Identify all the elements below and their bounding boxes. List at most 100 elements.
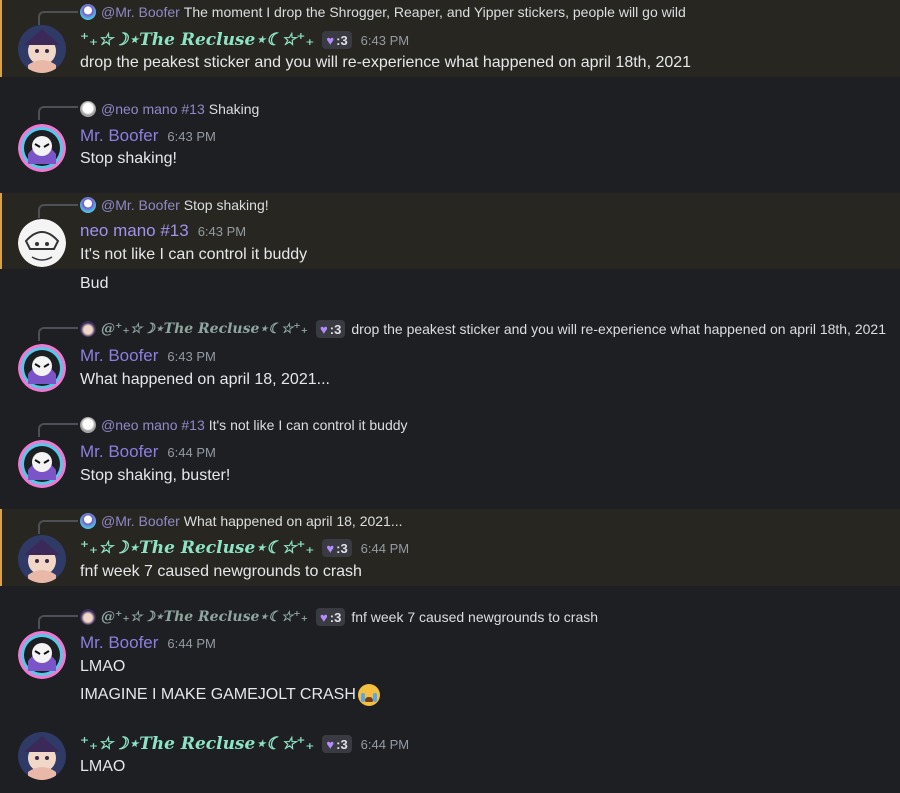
message-content: Stop shaking! [80, 150, 177, 167]
username[interactable]: Mr. Boofer [80, 442, 158, 462]
message-content: LMAO [80, 658, 126, 675]
avatar-boofer-image [18, 124, 66, 172]
avatar-mini-recluse [80, 321, 96, 337]
message-content: fnf week 7 caused newgrounds to crash [80, 563, 362, 580]
message-item[interactable]: @⁺₊☆☽⋆The Recluse⋆☾☆⁺₊ ♥:3 drop the peak… [0, 314, 900, 396]
avatar-boofer[interactable] [18, 631, 66, 679]
username[interactable]: ⁺₊☆☽⋆The Recluse⋆☾☆⁺₊ [80, 538, 314, 558]
reply-text: drop the peakest sticker and you will re… [351, 321, 886, 337]
timestamp[interactable]: 6:43 PM [167, 349, 215, 364]
message-item[interactable]: @Mr. Boofer The moment I drop the Shrogg… [0, 0, 900, 77]
message-content: Bud [80, 275, 109, 292]
reply-mention[interactable]: @⁺₊☆☽⋆The Recluse⋆☾☆⁺₊ [101, 321, 308, 337]
reply-spine [38, 204, 78, 218]
avatar-recluse-image [18, 732, 66, 780]
badge-text: :3 [336, 32, 348, 48]
avatar-mini-neo [80, 417, 96, 433]
reply-preview[interactable]: @Mr. Boofer Stop shaking! [80, 196, 269, 214]
avatar-mini-recluse [80, 609, 96, 625]
timestamp[interactable]: 6:43 PM [198, 224, 246, 239]
reply-mention[interactable]: @neo mano #13 [101, 101, 205, 117]
username[interactable]: Mr. Boofer [80, 126, 158, 146]
avatar-recluse[interactable] [18, 535, 66, 583]
purple-heart-icon: ♥ [326, 32, 335, 48]
reply-text: What happened on april 18, 2021... [183, 513, 403, 529]
avatar-recluse[interactable] [18, 732, 66, 780]
reply-spine [38, 327, 78, 341]
timestamp[interactable]: 6:44 PM [361, 737, 409, 752]
reply-preview[interactable]: @⁺₊☆☽⋆The Recluse⋆☾☆⁺₊ ♥:3 fnf week 7 ca… [80, 608, 598, 626]
avatar-mini-neo [80, 101, 96, 117]
avatar-recluse-image [18, 535, 66, 583]
badge-text: :3 [336, 540, 348, 556]
reply-preview[interactable]: @neo mano #13 Shaking [80, 100, 259, 118]
avatar-boofer-image [18, 631, 66, 679]
role-badge: ♥:3 [322, 539, 352, 557]
purple-heart-icon: ♥ [320, 321, 328, 337]
message-content: It's not like I can control it buddy [80, 246, 308, 263]
reply-spine [38, 106, 78, 120]
reply-spine [38, 11, 78, 25]
message-content: LMAO [80, 758, 126, 775]
reply-preview[interactable]: @Mr. Boofer What happened on april 18, 2… [80, 512, 403, 530]
message-item[interactable]: ⁺₊☆☽⋆The Recluse⋆☾☆⁺₊ ♥:3 6:44 PM LMAO [0, 724, 900, 793]
avatar-neo[interactable] [18, 219, 66, 267]
reply-text: It's not like I can control it buddy [208, 417, 408, 433]
purple-heart-icon: ♥ [320, 609, 328, 625]
message-item[interactable]: @neo mano #13 It's not like I can contro… [0, 410, 900, 500]
badge-text: :3 [329, 321, 342, 337]
message-content: What happened on april 18, 2021... [80, 371, 330, 388]
username[interactable]: ⁺₊☆☽⋆The Recluse⋆☾☆⁺₊ [80, 734, 314, 754]
badge-text: :3 [336, 736, 348, 752]
reply-mention[interactable]: @Mr. Boofer [101, 513, 180, 529]
purple-heart-icon: ♥ [326, 540, 335, 556]
purple-heart-icon: ♥ [326, 736, 335, 752]
reply-text: Shaking [208, 101, 260, 117]
reply-spine [38, 520, 78, 534]
reply-text: The moment I drop the Shrogger, Reaper, … [183, 4, 686, 20]
timestamp[interactable]: 6:44 PM [167, 445, 215, 460]
reply-preview[interactable]: @neo mano #13 It's not like I can contro… [80, 416, 408, 434]
reply-preview[interactable]: @Mr. Boofer The moment I drop the Shrogg… [80, 3, 686, 21]
username[interactable]: Mr. Boofer [80, 633, 158, 653]
message-item[interactable]: @⁺₊☆☽⋆The Recluse⋆☾☆⁺₊ ♥:3 fnf week 7 ca… [0, 602, 900, 720]
avatar-neo-image [18, 219, 66, 267]
avatar-mini-boofer [80, 197, 96, 213]
username[interactable]: Mr. Boofer [80, 346, 158, 366]
reply-mention[interactable]: @neo mano #13 [101, 417, 205, 433]
message-item[interactable]: @Mr. Boofer Stop shaking! neo mano #13 6… [0, 193, 900, 269]
role-badge: ♥:3 [316, 608, 346, 626]
reply-mention[interactable]: @Mr. Boofer [101, 4, 180, 20]
avatar-boofer[interactable] [18, 124, 66, 172]
reply-mention[interactable]: @Mr. Boofer [101, 197, 180, 213]
avatar-boofer[interactable] [18, 440, 66, 488]
role-badge: ♥:3 [316, 320, 346, 338]
avatar-mini-boofer [80, 513, 96, 529]
reply-mention[interactable]: @⁺₊☆☽⋆The Recluse⋆☾☆⁺₊ [101, 609, 308, 625]
avatar-boofer[interactable] [18, 344, 66, 392]
loudly-crying-face-icon[interactable] [357, 684, 380, 706]
timestamp[interactable]: 6:43 PM [361, 33, 409, 48]
message-text: IMAGINE I MAKE GAMEJOLT CRASH [80, 686, 356, 704]
message-item[interactable]: @neo mano #13 Shaking Mr. Boofer 6:43 PM… [0, 95, 900, 185]
message-content: Stop shaking, buster! [80, 467, 231, 484]
timestamp[interactable]: 6:44 PM [361, 541, 409, 556]
reply-text: Stop shaking! [183, 197, 269, 213]
timestamp[interactable]: 6:44 PM [167, 636, 215, 651]
username[interactable]: neo mano #13 [80, 221, 189, 241]
timestamp[interactable]: 6:43 PM [167, 129, 215, 144]
avatar-boofer-image [18, 344, 66, 392]
reply-preview[interactable]: @⁺₊☆☽⋆The Recluse⋆☾☆⁺₊ ♥:3 drop the peak… [80, 320, 886, 338]
username[interactable]: ⁺₊☆☽⋆The Recluse⋆☾☆⁺₊ [80, 30, 314, 50]
chat-scroller[interactable]: @Mr. Boofer The moment I drop the Shrogg… [0, 0, 900, 793]
role-badge: ♥:3 [322, 31, 352, 49]
reply-spine [38, 423, 78, 437]
badge-text: :3 [329, 609, 342, 625]
avatar-recluse[interactable] [18, 25, 66, 73]
avatar-recluse-image [18, 25, 66, 73]
avatar-boofer-image [18, 440, 66, 488]
message-item[interactable]: @Mr. Boofer What happened on april 18, 2… [0, 509, 900, 586]
role-badge: ♥:3 [322, 735, 352, 753]
reply-spine [38, 615, 78, 629]
message-content-line: IMAGINE I MAKE GAMEJOLT CRASH [80, 684, 380, 706]
